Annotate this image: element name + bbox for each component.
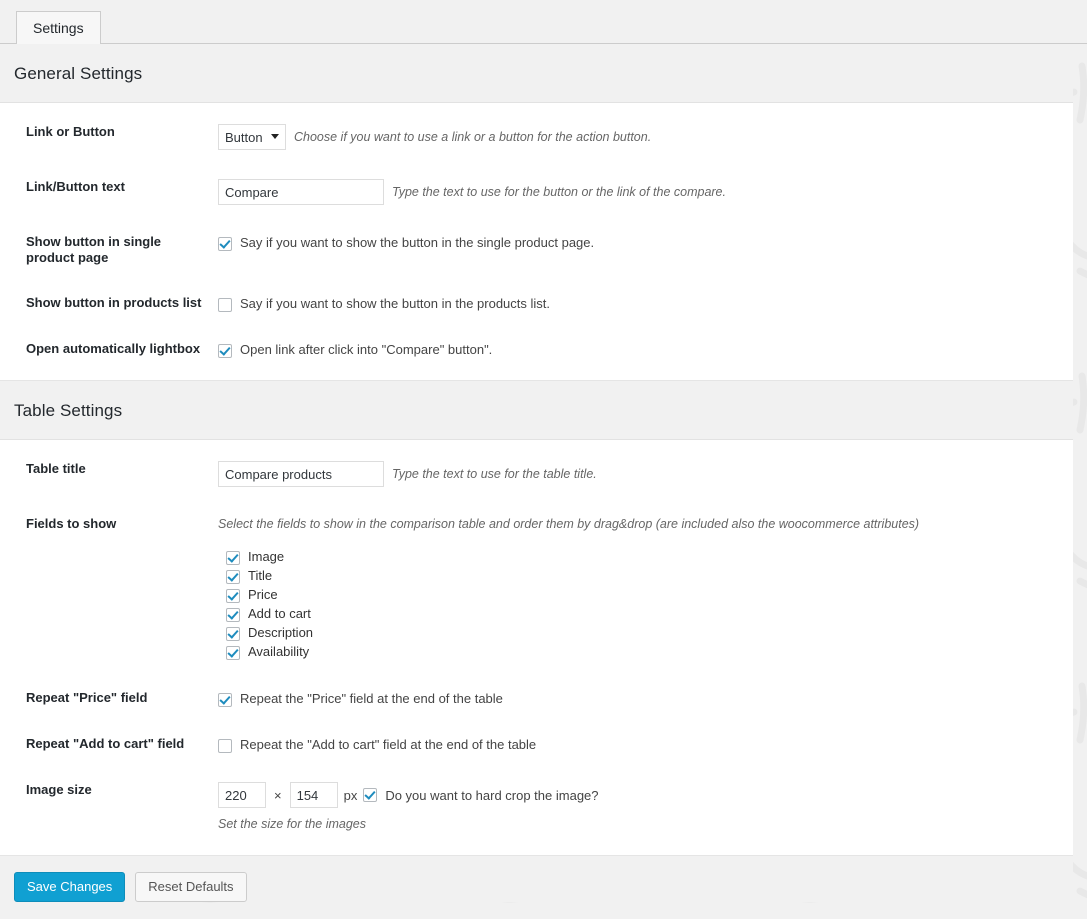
label-link-button-text: Link/Button text <box>26 179 125 194</box>
checkbox-line-show-button-single-product: Say if you want to show the button in th… <box>218 234 594 251</box>
list-item[interactable]: Image <box>226 547 1073 566</box>
description-open-automatically-lightbox: Open link after click into "Compare" but… <box>240 342 493 357</box>
description-image-size: Set the size for the images <box>218 817 366 831</box>
row-link-button-text: Link/Button text Type the text to use fo… <box>0 164 1073 219</box>
label-table-title: Table title <box>26 461 86 476</box>
section-body-general: Link or Button Button Choose if you want… <box>0 103 1073 381</box>
label-show-button-products-list: Show button in products list <box>26 295 202 310</box>
field-repeat-add-to-cart-field: Repeat the "Add to cart" field at the en… <box>212 736 1073 753</box>
field-repeat-price-field: Repeat the "Price" field at the end of t… <box>212 690 1073 707</box>
field-description-label: Description <box>248 625 314 640</box>
field-image-label: Image <box>248 549 285 564</box>
section-header-general: General Settings <box>0 44 1073 103</box>
field-image-size: × px Do you want to hard crop the image?… <box>212 782 1073 833</box>
section-title-general: General Settings <box>14 64 143 83</box>
field-link-or-button: Button Choose if you want to use a link … <box>212 124 1073 150</box>
image-size-separator: × <box>274 787 282 803</box>
description-link-button-text: Type the text to use for the button or t… <box>392 185 726 199</box>
description-table-title: Type the text to use for the table title… <box>392 467 597 481</box>
row-fields-to-show: Fields to show Select the fields to show… <box>0 501 1073 675</box>
description-repeat-price-field: Repeat the "Price" field at the end of t… <box>240 691 503 706</box>
tab-settings[interactable]: Settings <box>16 11 101 45</box>
label-repeat-add-to-cart-field: Repeat "Add to cart" field <box>26 736 185 751</box>
image-width-input[interactable] <box>218 782 266 808</box>
hard-crop-checkbox[interactable] <box>363 788 378 802</box>
link-or-button-select[interactable]: Button <box>218 124 286 150</box>
label-repeat-price-field: Repeat "Price" field <box>26 690 148 705</box>
checkbox-line-open-automatically-lightbox: Open link after click into "Compare" but… <box>218 341 492 358</box>
section-header-table: Table Settings <box>0 381 1073 440</box>
field-add-to-cart-checkbox[interactable] <box>226 608 240 622</box>
list-item[interactable]: Availability <box>226 642 1073 661</box>
section-body-table: Table title Type the text to use for the… <box>0 440 1073 856</box>
row-show-button-single-product: Show button in single product page Say i… <box>0 219 1073 280</box>
field-show-button-products-list: Say if you want to show the button in th… <box>212 295 1073 312</box>
field-image-checkbox[interactable] <box>226 551 240 565</box>
image-height-input[interactable] <box>289 782 338 808</box>
table-title-input[interactable] <box>218 461 384 487</box>
description-link-or-button: Choose if you want to use a link or a bu… <box>294 130 652 144</box>
reset-defaults-button[interactable]: Reset Defaults <box>135 872 247 902</box>
field-title-checkbox[interactable] <box>226 570 240 584</box>
form-actions: Save Changes Reset Defaults <box>0 856 1073 902</box>
checkbox-line-repeat-price-field: Repeat the "Price" field at the end of t… <box>218 690 503 707</box>
row-open-automatically-lightbox: Open automatically lightbox Open link af… <box>0 326 1073 372</box>
description-repeat-add-to-cart-field: Repeat the "Add to cart" field at the en… <box>240 737 537 752</box>
field-open-automatically-lightbox: Open link after click into "Compare" but… <box>212 341 1073 358</box>
description-show-button-single-product: Say if you want to show the button in th… <box>240 235 595 250</box>
field-availability-label: Availability <box>248 644 310 659</box>
settings-content: General Settings Link or Button Button C… <box>0 44 1073 902</box>
row-show-button-products-list: Show button in products list Say if you … <box>0 280 1073 326</box>
list-item[interactable]: Description <box>226 623 1073 642</box>
image-size-controls: × px Do you want to hard crop the image? <box>218 782 599 808</box>
list-item[interactable]: Price <box>226 585 1073 604</box>
section-title-table: Table Settings <box>14 401 123 420</box>
row-repeat-add-to-cart-field: Repeat "Add to cart" field Repeat the "A… <box>0 721 1073 767</box>
row-link-or-button: Link or Button Button Choose if you want… <box>0 109 1073 164</box>
link-or-button-select-wrap: Button <box>218 124 286 150</box>
hard-crop-label: Do you want to hard crop the image? <box>385 787 599 803</box>
field-availability-checkbox[interactable] <box>226 646 240 660</box>
field-price-label: Price <box>248 587 278 602</box>
field-title-label: Title <box>248 568 273 583</box>
list-item[interactable]: Add to cart <box>226 604 1073 623</box>
label-open-automatically-lightbox: Open automatically lightbox <box>26 341 201 356</box>
label-image-size: Image size <box>26 782 92 797</box>
field-price-checkbox[interactable] <box>226 589 240 603</box>
description-fields-to-show: Select the fields to show in the compari… <box>218 517 920 531</box>
settings-page: Settings General Settings Link or Button… <box>0 0 1087 919</box>
description-show-button-products-list: Say if you want to show the button in th… <box>240 296 551 311</box>
save-button[interactable]: Save Changes <box>14 872 126 902</box>
link-button-text-input[interactable] <box>218 179 384 205</box>
repeat-add-to-cart-field-checkbox[interactable] <box>218 739 232 753</box>
field-table-title: Type the text to use for the table title… <box>212 461 1073 487</box>
checkbox-line-show-button-products-list: Say if you want to show the button in th… <box>218 295 550 312</box>
image-size-unit: px <box>343 787 358 803</box>
checkbox-line-repeat-add-to-cart-field: Repeat the "Add to cart" field at the en… <box>218 736 536 753</box>
row-table-title: Table title Type the text to use for the… <box>0 446 1073 501</box>
open-automatically-lightbox-checkbox[interactable] <box>218 344 232 358</box>
label-fields-to-show: Fields to show <box>26 516 117 531</box>
field-add-to-cart-label: Add to cart <box>248 606 311 621</box>
field-link-button-text: Type the text to use for the button or t… <box>212 179 1073 205</box>
row-image-size: Image size × px Do you want to hard crop… <box>0 767 1073 847</box>
show-button-single-product-checkbox[interactable] <box>218 237 232 251</box>
list-item[interactable]: Title <box>226 566 1073 585</box>
field-show-button-single-product: Say if you want to show the button in th… <box>212 234 1073 251</box>
field-fields-to-show: Select the fields to show in the compari… <box>212 516 1073 661</box>
show-button-products-list-checkbox[interactable] <box>218 298 232 312</box>
field-description-checkbox[interactable] <box>226 627 240 641</box>
label-link-or-button: Link or Button <box>26 124 115 139</box>
label-show-button-single-product: Show button in single product page <box>26 234 162 265</box>
tab-strip: Settings <box>0 0 1087 45</box>
repeat-price-field-checkbox[interactable] <box>218 693 232 707</box>
row-repeat-price-field: Repeat "Price" field Repeat the "Price" … <box>0 675 1073 721</box>
fields-to-show-list: Image Title Price Add to cart Descriptio… <box>226 547 1073 661</box>
